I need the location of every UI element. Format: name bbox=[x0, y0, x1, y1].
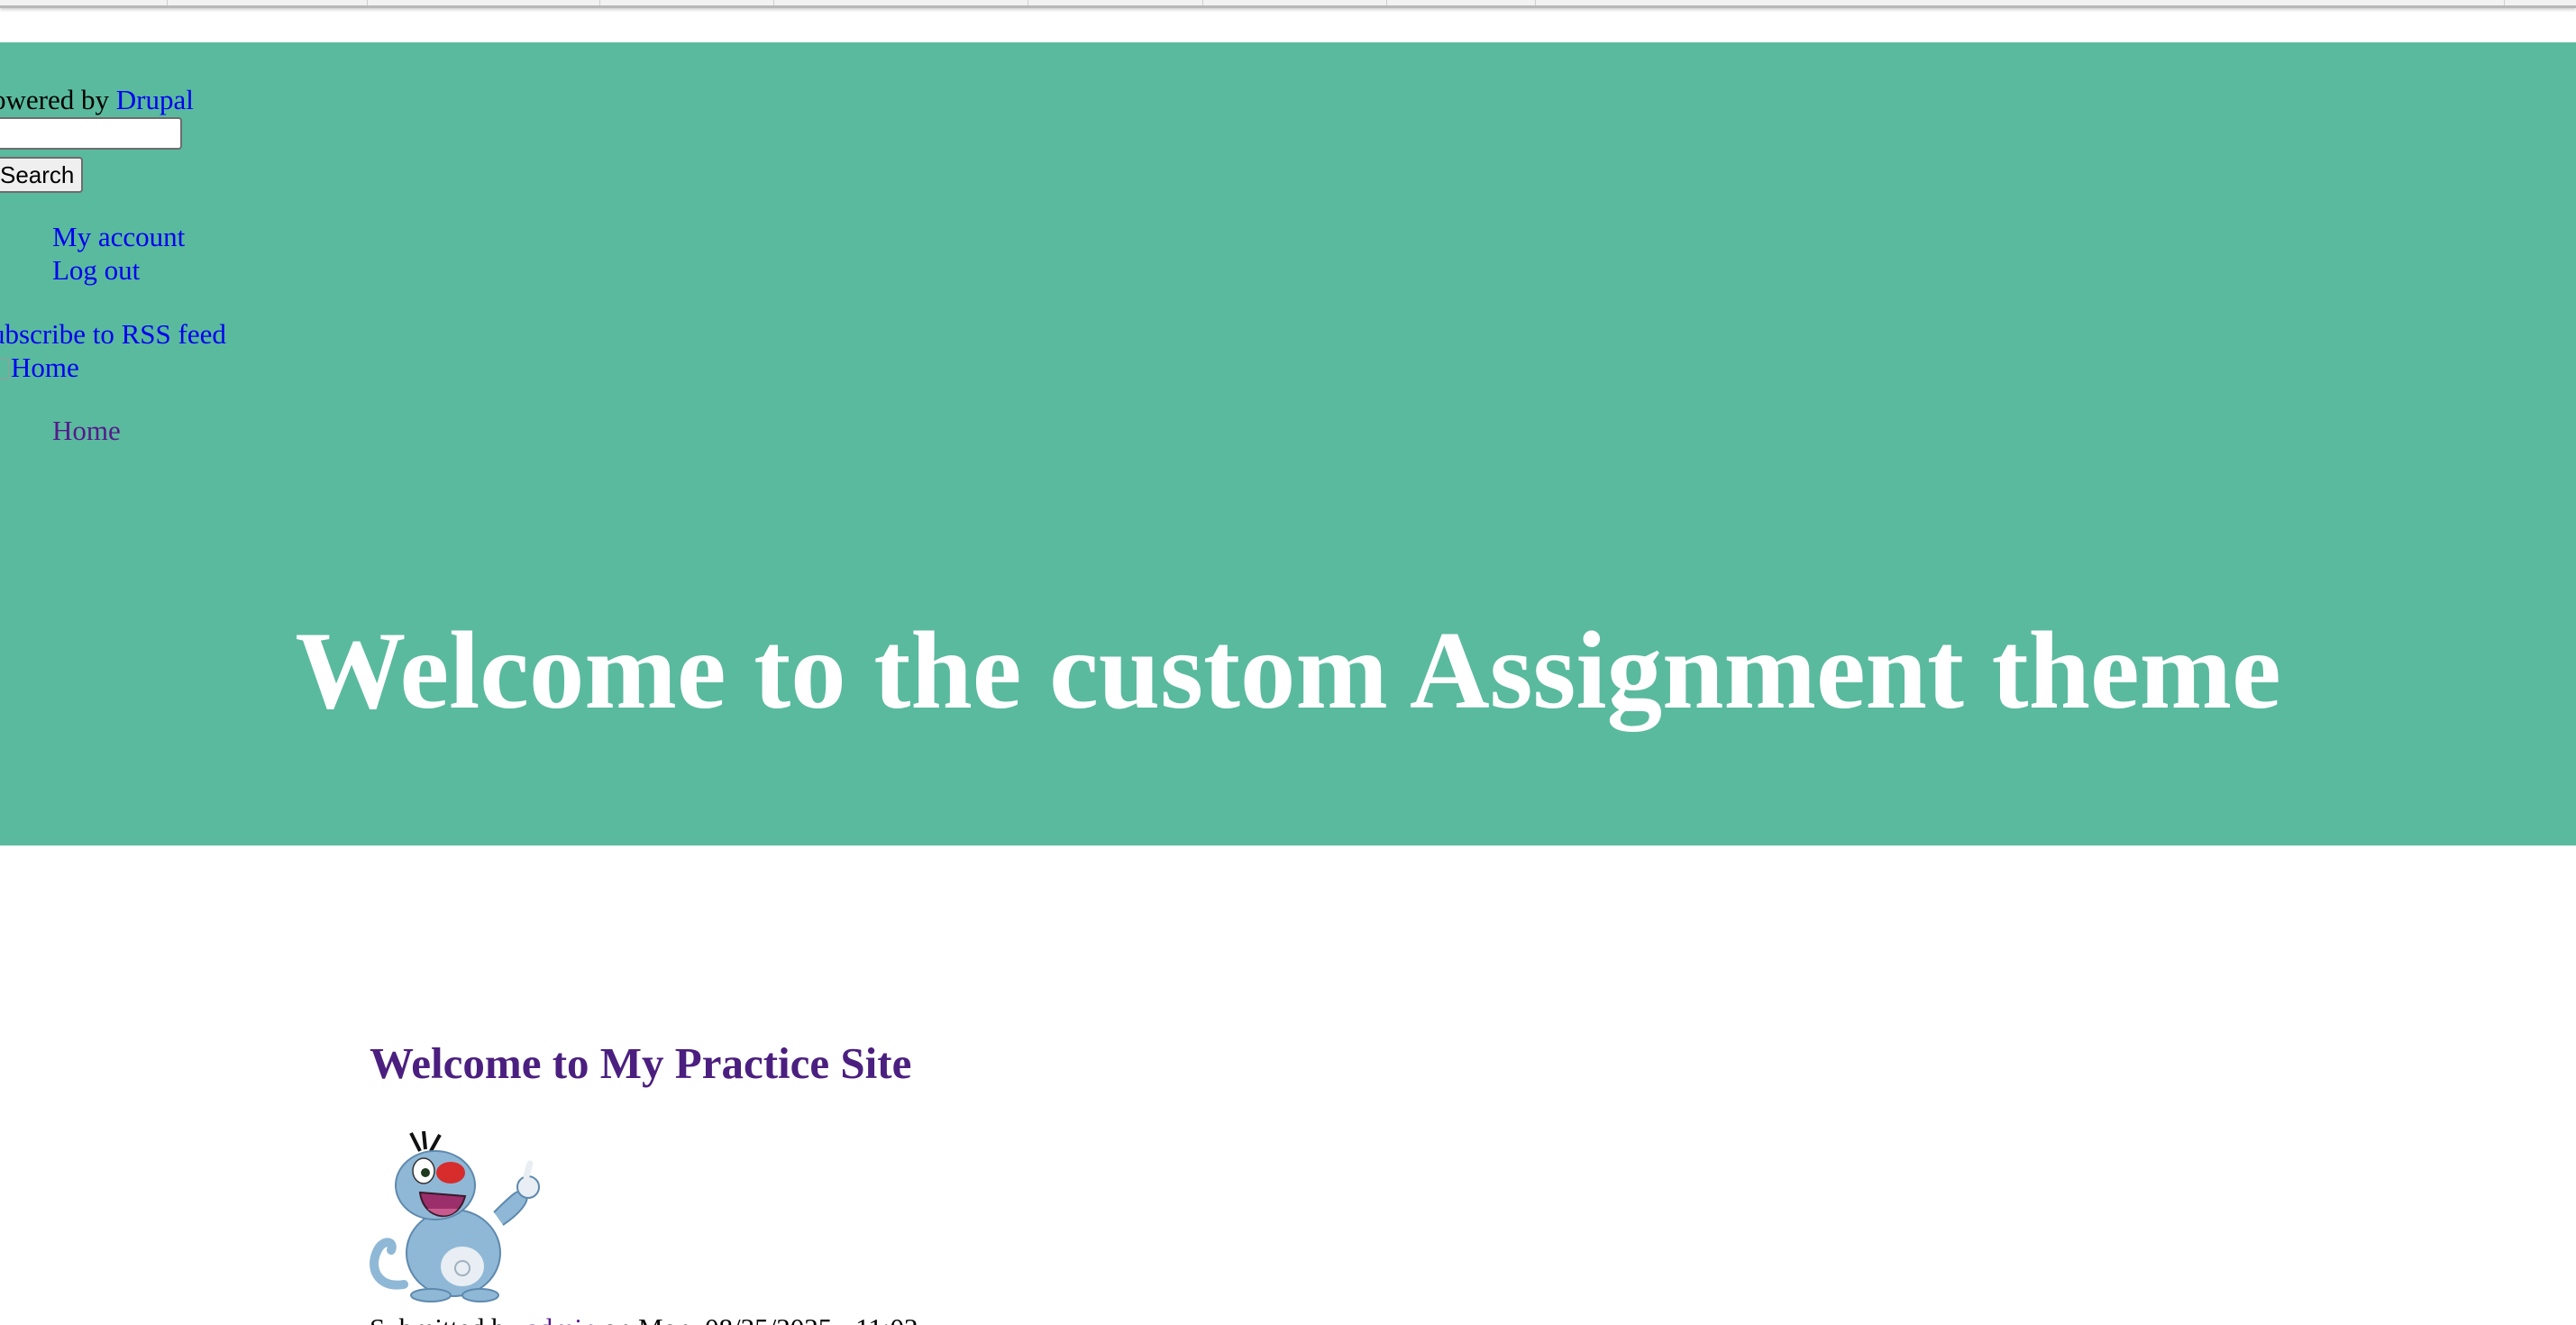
my-account-link[interactable]: My account bbox=[52, 221, 185, 252]
toolbar-divider bbox=[167, 0, 168, 5]
toolbar-divider bbox=[367, 0, 368, 5]
toolbar-divider bbox=[1202, 0, 1203, 5]
toolbar-divider bbox=[2504, 0, 2505, 5]
rss-feed-link[interactable]: ubscribe to RSS feed bbox=[0, 318, 226, 350]
nav-home-link[interactable]: Home bbox=[52, 415, 121, 446]
page: owered by Drupal Search My account Log o… bbox=[0, 0, 2576, 1325]
site-header: owered by Drupal Search My account Log o… bbox=[0, 42, 2576, 845]
toolbar-divider bbox=[1535, 0, 1536, 5]
submitted-date: on Mon, 08/25/2025 - 11:02 bbox=[596, 1312, 918, 1325]
user-menu-item: My account bbox=[52, 220, 185, 253]
main-navigation: Home bbox=[52, 414, 121, 448]
cartoon-cat-image bbox=[370, 1131, 540, 1302]
search-button[interactable]: Search bbox=[0, 157, 83, 193]
powered-by-text: owered by bbox=[0, 84, 116, 115]
author-link[interactable]: admin bbox=[526, 1312, 597, 1325]
broken-image-icon bbox=[0, 358, 9, 379]
submitted-prefix: Submitted by bbox=[370, 1312, 526, 1325]
submitted-byline: Submitted by admin on Mon, 08/25/2025 - … bbox=[370, 1311, 918, 1325]
powered-by: owered by Drupal bbox=[0, 83, 194, 117]
user-account-menu: My account Log out bbox=[52, 220, 185, 287]
page-title: Welcome to My Practice Site bbox=[370, 1038, 912, 1088]
toolbar-divider bbox=[1386, 0, 1387, 5]
toolbar-divider bbox=[773, 0, 774, 5]
hero-title: Welcome to the custom Assignment theme bbox=[295, 608, 2281, 732]
log-out-link[interactable]: Log out bbox=[52, 254, 140, 286]
site-logo-alt: Home bbox=[11, 352, 79, 383]
site-logo-link[interactable]: Home bbox=[0, 351, 79, 385]
admin-toolbar bbox=[0, 0, 2576, 8]
toolbar-divider bbox=[599, 0, 600, 5]
drupal-link[interactable]: Drupal bbox=[116, 84, 194, 115]
user-menu-item: Log out bbox=[52, 253, 185, 287]
search-input[interactable] bbox=[0, 117, 182, 150]
main-menu-item: Home bbox=[52, 414, 121, 448]
